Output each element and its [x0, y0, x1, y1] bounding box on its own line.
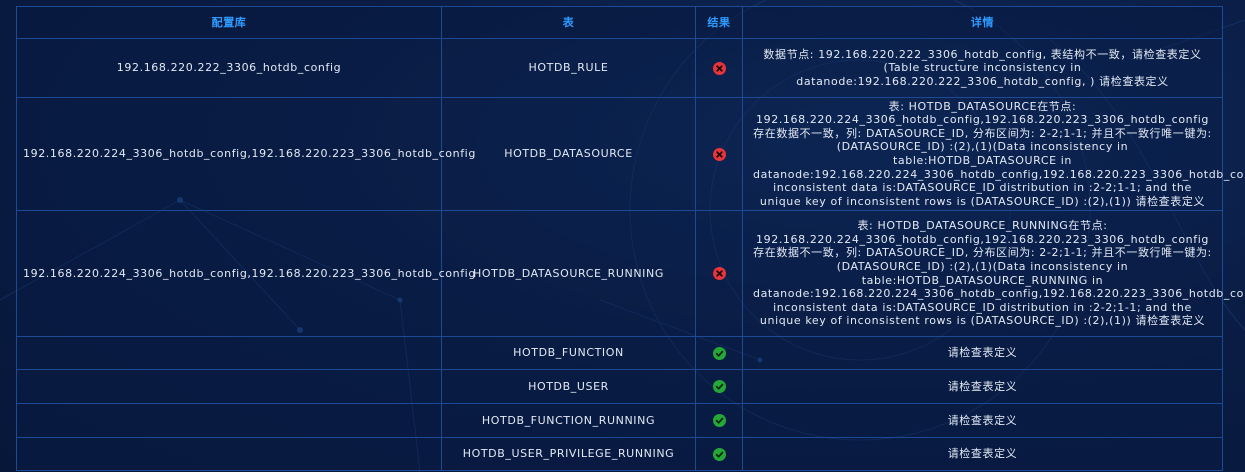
table-row[interactable]: HOTDB_USER 请检查表定义 — [16, 369, 1223, 404]
detail-cell: 数据节点: 192.168.220.222_3306_hotdb_config,… — [742, 38, 1223, 98]
error-icon — [712, 267, 726, 281]
column-header-detail[interactable]: 详情 — [742, 6, 1223, 39]
check-icon — [712, 447, 726, 461]
result-cell — [695, 210, 743, 337]
config-db-cell: 192.168.220.222_3306_hotdb_config — [16, 38, 442, 98]
table-name-cell: HOTDB_RULE — [441, 38, 696, 98]
config-db-cell — [16, 369, 442, 404]
detail-cell: 请检查表定义 — [742, 403, 1223, 438]
config-db-cell — [16, 403, 442, 438]
result-cell — [695, 38, 743, 98]
result-cell — [695, 369, 743, 404]
table-name-cell: HOTDB_USER_PRIVILEGE_RUNNING — [441, 437, 696, 471]
detail-cell: 请检查表定义 — [742, 437, 1223, 471]
table-name-cell: HOTDB_DATASOURCE — [441, 97, 696, 211]
detail-cell: 表: HOTDB_DATASOURCE_RUNNING在节点: 192.168.… — [742, 210, 1245, 337]
column-header-table[interactable]: 表 — [441, 6, 696, 39]
table-name-cell: HOTDB_DATASOURCE_RUNNING — [441, 210, 696, 337]
table-name-cell: HOTDB_FUNCTION_RUNNING — [441, 403, 696, 438]
check-result-table: 配置库 表 结果 详情 192.168.220.222_3306_hotdb_c… — [16, 6, 1245, 471]
table-row[interactable]: HOTDB_FUNCTION_RUNNING 请检查表定义 — [16, 403, 1223, 438]
table-container: 配置库 表 结果 详情 192.168.220.222_3306_hotdb_c… — [16, 6, 1245, 471]
config-db-cell: 192.168.220.224_3306_hotdb_config,192.16… — [16, 210, 475, 337]
table-row[interactable]: 192.168.220.224_3306_hotdb_config,192.16… — [16, 97, 1245, 211]
table-row[interactable]: 192.168.220.222_3306_hotdb_config HOTDB_… — [16, 38, 1223, 98]
table-header-row: 配置库 表 结果 详情 — [16, 6, 1223, 39]
table-name-cell: HOTDB_FUNCTION — [441, 336, 696, 370]
check-icon — [712, 380, 726, 394]
config-db-cell — [16, 336, 442, 370]
table-row[interactable]: HOTDB_FUNCTION 请检查表定义 — [16, 336, 1223, 370]
result-cell — [695, 437, 743, 471]
check-icon — [712, 414, 726, 428]
column-header-config-db[interactable]: 配置库 — [16, 6, 442, 39]
result-cell — [695, 403, 743, 438]
result-cell — [695, 97, 743, 211]
column-header-result[interactable]: 结果 — [695, 6, 743, 39]
error-icon — [712, 61, 726, 75]
check-icon — [712, 346, 726, 360]
table-row[interactable]: HOTDB_USER_PRIVILEGE_RUNNING 请检查表定义 — [16, 437, 1223, 471]
detail-cell: 表: HOTDB_DATASOURCE在节点: 192.168.220.224_… — [742, 97, 1245, 211]
error-icon — [712, 147, 726, 161]
config-db-cell: 192.168.220.224_3306_hotdb_config,192.16… — [16, 97, 475, 211]
table-row[interactable]: 192.168.220.224_3306_hotdb_config,192.16… — [16, 210, 1245, 337]
detail-cell: 请检查表定义 — [742, 369, 1223, 404]
config-db-cell — [16, 437, 442, 471]
detail-cell: 请检查表定义 — [742, 336, 1223, 370]
table-name-cell: HOTDB_USER — [441, 369, 696, 404]
result-cell — [695, 336, 743, 370]
